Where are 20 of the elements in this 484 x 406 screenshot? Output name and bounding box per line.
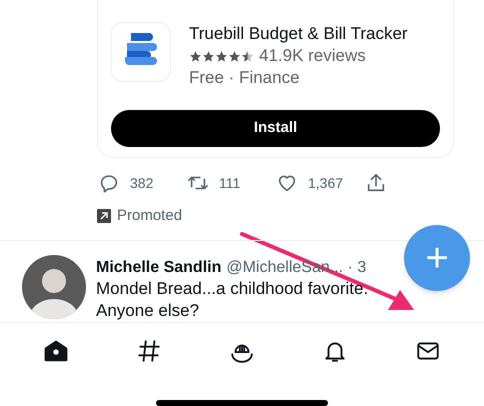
app-icon <box>111 22 171 82</box>
promoted-label: Promoted <box>117 206 182 226</box>
star-icon <box>241 50 254 62</box>
action-count: 111 <box>219 174 240 192</box>
tweet-text: Mondel Bread...a childhood favorite. Anyone else? <box>96 278 370 322</box>
app-category: Free · Finance <box>189 67 301 89</box>
share-icon[interactable] <box>365 172 387 194</box>
action-count: 1,367 <box>308 174 344 192</box>
hashtag-icon[interactable] <box>136 338 162 364</box>
home-icon[interactable] <box>43 338 70 364</box>
star-icon <box>189 50 202 62</box>
install-button[interactable]: Install <box>111 110 440 147</box>
app-name: Truebill Budget & Bill Tracker <box>189 23 408 45</box>
star-icon <box>228 50 241 62</box>
action-count: 382 <box>130 174 154 192</box>
star-icon <box>215 50 228 62</box>
star-icon <box>202 50 215 62</box>
review-count: 41.9K reviews <box>259 45 366 67</box>
author-name: Michelle Sandlin <box>96 258 222 278</box>
promoted-icon <box>97 209 111 223</box>
